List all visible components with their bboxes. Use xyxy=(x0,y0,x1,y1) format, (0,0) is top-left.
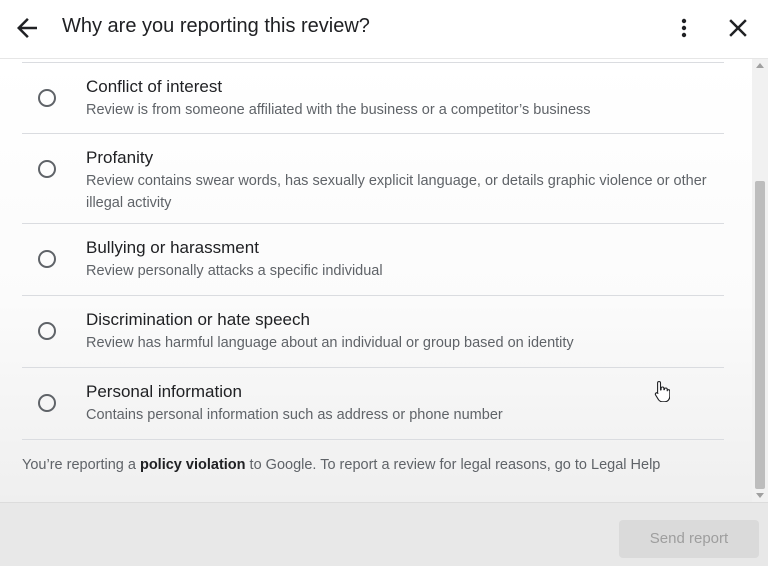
option-title: Conflict of interest xyxy=(86,77,223,96)
option-bullying-or-harassment[interactable]: Bullying or harassment Review personally… xyxy=(22,224,724,296)
policy-note-suffix: to Google. To report a review for legal … xyxy=(245,457,661,473)
report-content: Conflict of interest Review is from some… xyxy=(0,59,752,502)
option-text: Discrimination or hate speech Review has… xyxy=(86,309,726,354)
option-description: Review contains swear words, has sexuall… xyxy=(86,173,707,211)
option-title: Profanity xyxy=(86,148,154,167)
radio-button[interactable] xyxy=(38,394,56,412)
report-options-list: Conflict of interest Review is from some… xyxy=(22,62,724,440)
option-text: Conflict of interest Review is from some… xyxy=(86,76,726,121)
more-vert-icon xyxy=(681,18,687,38)
dialog-footer: Send report xyxy=(0,502,768,566)
policy-violation-emphasis: policy violation xyxy=(139,457,246,473)
radio-button[interactable] xyxy=(38,322,56,340)
radio-button[interactable] xyxy=(38,160,56,178)
option-description: Contains personal information such as ad… xyxy=(86,407,503,423)
option-title: Discrimination or hate speech xyxy=(86,310,310,329)
option-description: Review is from someone affiliated with t… xyxy=(86,102,591,118)
arrow-back-icon xyxy=(17,18,37,38)
scroll-up-arrow-icon[interactable] xyxy=(756,63,764,68)
option-title: Personal information xyxy=(86,382,242,401)
dialog-header: Why are you reporting this review? xyxy=(0,0,768,59)
vertical-scrollbar[interactable] xyxy=(752,59,768,502)
policy-note: You’re reporting a policy violation to G… xyxy=(22,457,742,473)
option-text: Personal information Contains personal i… xyxy=(86,381,726,426)
close-button[interactable] xyxy=(723,13,753,43)
option-discrimination-or-hate-speech[interactable]: Discrimination or hate speech Review has… xyxy=(22,296,724,368)
option-text: Bullying or harassment Review personally… xyxy=(86,237,726,282)
report-dialog: Why are you reporting this review? Confl… xyxy=(0,0,768,566)
dialog-title: Why are you reporting this review? xyxy=(62,15,370,37)
option-personal-information[interactable]: Personal information Contains personal i… xyxy=(22,368,724,440)
option-title: Bullying or harassment xyxy=(86,238,259,257)
policy-note-prefix: You’re reporting a xyxy=(22,457,140,473)
option-description: Review personally attacks a specific ind… xyxy=(86,263,383,279)
send-report-button[interactable]: Send report xyxy=(619,520,759,558)
option-profanity[interactable]: Profanity Review contains swear words, h… xyxy=(22,134,724,224)
radio-button[interactable] xyxy=(38,89,56,107)
option-conflict-of-interest[interactable]: Conflict of interest Review is from some… xyxy=(22,63,724,134)
scrollbar-thumb[interactable] xyxy=(755,181,765,489)
radio-button[interactable] xyxy=(38,250,56,268)
more-options-button[interactable] xyxy=(672,13,696,43)
scroll-down-arrow-icon[interactable] xyxy=(756,493,764,498)
hand-pointer-cursor-icon xyxy=(654,380,670,402)
option-description: Review has harmful language about an ind… xyxy=(86,335,574,351)
back-button[interactable] xyxy=(12,13,42,43)
close-icon xyxy=(729,19,747,37)
option-text: Profanity Review contains swear words, h… xyxy=(86,147,726,214)
